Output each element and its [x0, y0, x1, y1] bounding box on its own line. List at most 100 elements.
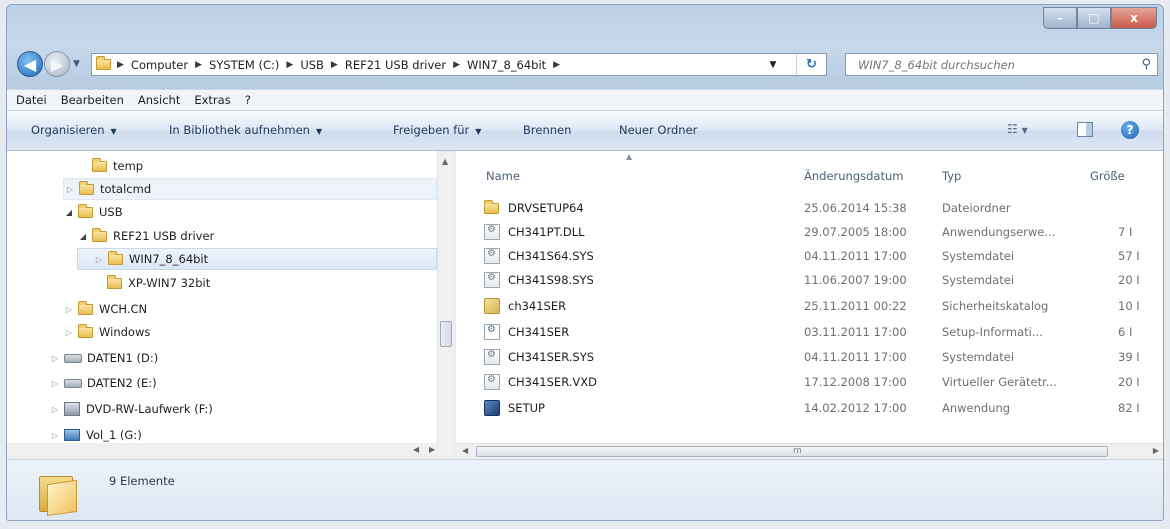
- menu-ansicht[interactable]: Ansicht: [138, 93, 180, 107]
- file-row[interactable]: CH341PT.DLL 29.07.2005 18:00 Anwendungse…: [484, 221, 1163, 243]
- scroll-left-icon[interactable]: ◀: [462, 446, 468, 455]
- file-row[interactable]: DRVSETUP64 25.06.2014 15:38 Dateiordner: [484, 197, 1163, 219]
- tree-item-usb[interactable]: ◢ USB: [63, 201, 123, 223]
- chevron-right-icon[interactable]: ▶: [453, 60, 460, 70]
- network-drive-icon: [64, 429, 80, 441]
- organize-button[interactable]: Organisieren ▼: [31, 123, 117, 137]
- scroll-right-icon[interactable]: ▶: [429, 445, 435, 454]
- tree-item-totalcmd[interactable]: ▷ totalcmd: [63, 178, 437, 200]
- close-button[interactable]: x: [1111, 7, 1157, 29]
- scrollbar-thumb[interactable]: [440, 321, 452, 347]
- file-name: CH341SER: [508, 325, 570, 339]
- file-row[interactable]: CH341SER.VXD 17.12.2008 17:00 Virtueller…: [484, 371, 1163, 393]
- back-button[interactable]: ◀: [17, 51, 43, 77]
- tree-item-win7-selected[interactable]: ▷ WIN7_8_64bit: [77, 248, 437, 270]
- breadcrumb-computer[interactable]: Computer: [131, 58, 188, 72]
- maximize-button[interactable]: □: [1077, 7, 1111, 29]
- scrollbar-thumb[interactable]: m: [476, 446, 1108, 457]
- tree-item-ref21[interactable]: ◢ REF21 USB driver: [77, 225, 214, 247]
- column-header-date[interactable]: Änderungsdatum: [804, 169, 903, 183]
- breadcrumb-win7[interactable]: WIN7_8_64bit: [467, 58, 546, 72]
- tree-item-label: temp: [113, 159, 144, 173]
- scroll-up-icon[interactable]: ▲: [442, 157, 448, 166]
- tree-item-wch[interactable]: ▷ WCH.CN: [63, 298, 147, 320]
- tree-horizontal-scrollbar[interactable]: ◀ ▶: [7, 443, 454, 459]
- tree-item-daten1[interactable]: ▷ DATEN1 (D:): [49, 347, 158, 369]
- tree-item-windows[interactable]: ▷ Windows: [63, 321, 150, 343]
- folder-icon: [107, 274, 122, 289]
- refresh-icon[interactable]: ↻: [796, 54, 826, 75]
- dvd-drive-icon: [64, 402, 80, 416]
- expand-icon[interactable]: ▷: [63, 328, 75, 337]
- file-row[interactable]: SETUP 14.02.2012 17:00 Anwendung 82 I: [484, 397, 1163, 419]
- command-bar: Organisieren ▼ In Bibliothek aufnehmen ▼ F…: [7, 111, 1163, 151]
- file-date: 03.11.2011 17:00: [804, 325, 907, 339]
- file-list-horizontal-scrollbar[interactable]: ◀ m ▶: [456, 443, 1163, 459]
- collapse-icon[interactable]: ◢: [63, 208, 75, 217]
- tree-item-xp-win7[interactable]: XP-WIN7 32bit: [107, 272, 210, 294]
- new-folder-button[interactable]: Neuer Ordner: [619, 123, 697, 137]
- tree-item-daten2[interactable]: ▷ DATEN2 (E:): [49, 372, 157, 394]
- preview-pane-icon[interactable]: [1077, 122, 1093, 137]
- tree-item-temp[interactable]: temp: [77, 155, 143, 177]
- scroll-right-icon[interactable]: ▶: [1153, 446, 1159, 455]
- address-bar[interactable]: ▶ Computer ▶ SYSTEM (C:) ▶ USB ▶ REF21 U…: [91, 53, 827, 76]
- breadcrumb-system-c[interactable]: SYSTEM (C:): [209, 58, 279, 72]
- minimize-button[interactable]: –: [1043, 7, 1077, 29]
- recent-pages-dropdown[interactable]: ▼: [73, 59, 80, 69]
- menu-bearbeiten[interactable]: Bearbeiten: [61, 93, 124, 107]
- search-box[interactable]: ⚲: [845, 53, 1158, 76]
- expand-icon[interactable]: ▷: [63, 305, 75, 314]
- expand-icon[interactable]: ▷: [93, 255, 105, 264]
- chevron-right-icon[interactable]: ▶: [553, 60, 560, 70]
- column-header-type[interactable]: Typ: [942, 169, 961, 183]
- expand-icon[interactable]: ▷: [49, 405, 61, 414]
- file-date: 14.02.2012 17:00: [804, 401, 907, 415]
- breadcrumb-usb[interactable]: USB: [300, 58, 324, 72]
- back-arrow-icon: ◀: [23, 54, 37, 74]
- view-options-icon[interactable]: ☷ ▼: [1007, 122, 1043, 140]
- search-input[interactable]: [856, 56, 1126, 73]
- menu-help[interactable]: ?: [245, 93, 251, 107]
- security-catalog-icon: [484, 298, 500, 314]
- expand-icon[interactable]: ▷: [49, 379, 61, 388]
- menu-datei[interactable]: Datei: [16, 93, 47, 107]
- file-row[interactable]: ch341SER 25.11.2011 00:22 Sicherheitskat…: [484, 295, 1163, 317]
- chevron-right-icon[interactable]: ▶: [331, 60, 338, 70]
- explorer-window: – □ x ◀ ▶ ▼ ▶ Computer ▶ SYSTEM (C:) ▶ U…: [6, 4, 1164, 521]
- address-dropdown-icon[interactable]: ▼: [764, 54, 782, 75]
- library-button[interactable]: In Bibliothek aufnehmen ▼: [169, 123, 322, 137]
- column-header-name[interactable]: Name: [486, 169, 520, 183]
- file-date: 17.12.2008 17:00: [804, 375, 907, 389]
- file-row[interactable]: CH341SER.SYS 04.11.2011 17:00 Systemdate…: [484, 346, 1163, 368]
- file-size: 39 I: [1118, 350, 1140, 364]
- breadcrumb-ref21[interactable]: REF21 USB driver: [345, 58, 446, 72]
- help-icon[interactable]: ?: [1121, 121, 1139, 139]
- file-size: 7 I: [1118, 225, 1133, 239]
- file-size: 10 I: [1118, 299, 1140, 313]
- burn-button[interactable]: Brennen: [523, 123, 571, 137]
- chevron-right-icon[interactable]: ▶: [117, 60, 124, 70]
- menu-extras[interactable]: Extras: [194, 93, 230, 107]
- file-row[interactable]: CH341SER 03.11.2011 17:00 Setup-Informat…: [484, 321, 1163, 343]
- chevron-right-icon[interactable]: ▶: [286, 60, 293, 70]
- file-date: 29.07.2005 18:00: [804, 225, 907, 239]
- expand-icon[interactable]: ▷: [49, 354, 61, 363]
- folder-icon: [108, 250, 123, 265]
- expand-icon[interactable]: ▷: [64, 185, 76, 194]
- share-button[interactable]: Freigeben für ▼: [393, 123, 481, 137]
- file-row[interactable]: CH341S64.SYS 04.11.2011 17:00 Systemdate…: [484, 245, 1163, 267]
- chevron-down-icon: ▼: [315, 127, 323, 136]
- setup-information-icon: [484, 324, 500, 340]
- chevron-right-icon[interactable]: ▶: [195, 60, 202, 70]
- tree-vertical-scrollbar[interactable]: ▲ ▼: [437, 151, 454, 459]
- expand-icon[interactable]: ▷: [49, 431, 61, 440]
- folder-icon: [96, 56, 111, 70]
- column-header-size[interactable]: Größe: [1090, 169, 1125, 183]
- collapse-icon[interactable]: ◢: [77, 232, 89, 241]
- tree-item-dvd[interactable]: ▷ DVD-RW-Laufwerk (F:): [49, 398, 213, 420]
- scroll-left-icon[interactable]: ◀: [413, 445, 419, 454]
- file-row[interactable]: CH341S98.SYS 11.06.2007 19:00 Systemdate…: [484, 269, 1163, 291]
- search-icon[interactable]: ⚲: [1141, 57, 1151, 72]
- forward-button[interactable]: ▶: [44, 51, 70, 77]
